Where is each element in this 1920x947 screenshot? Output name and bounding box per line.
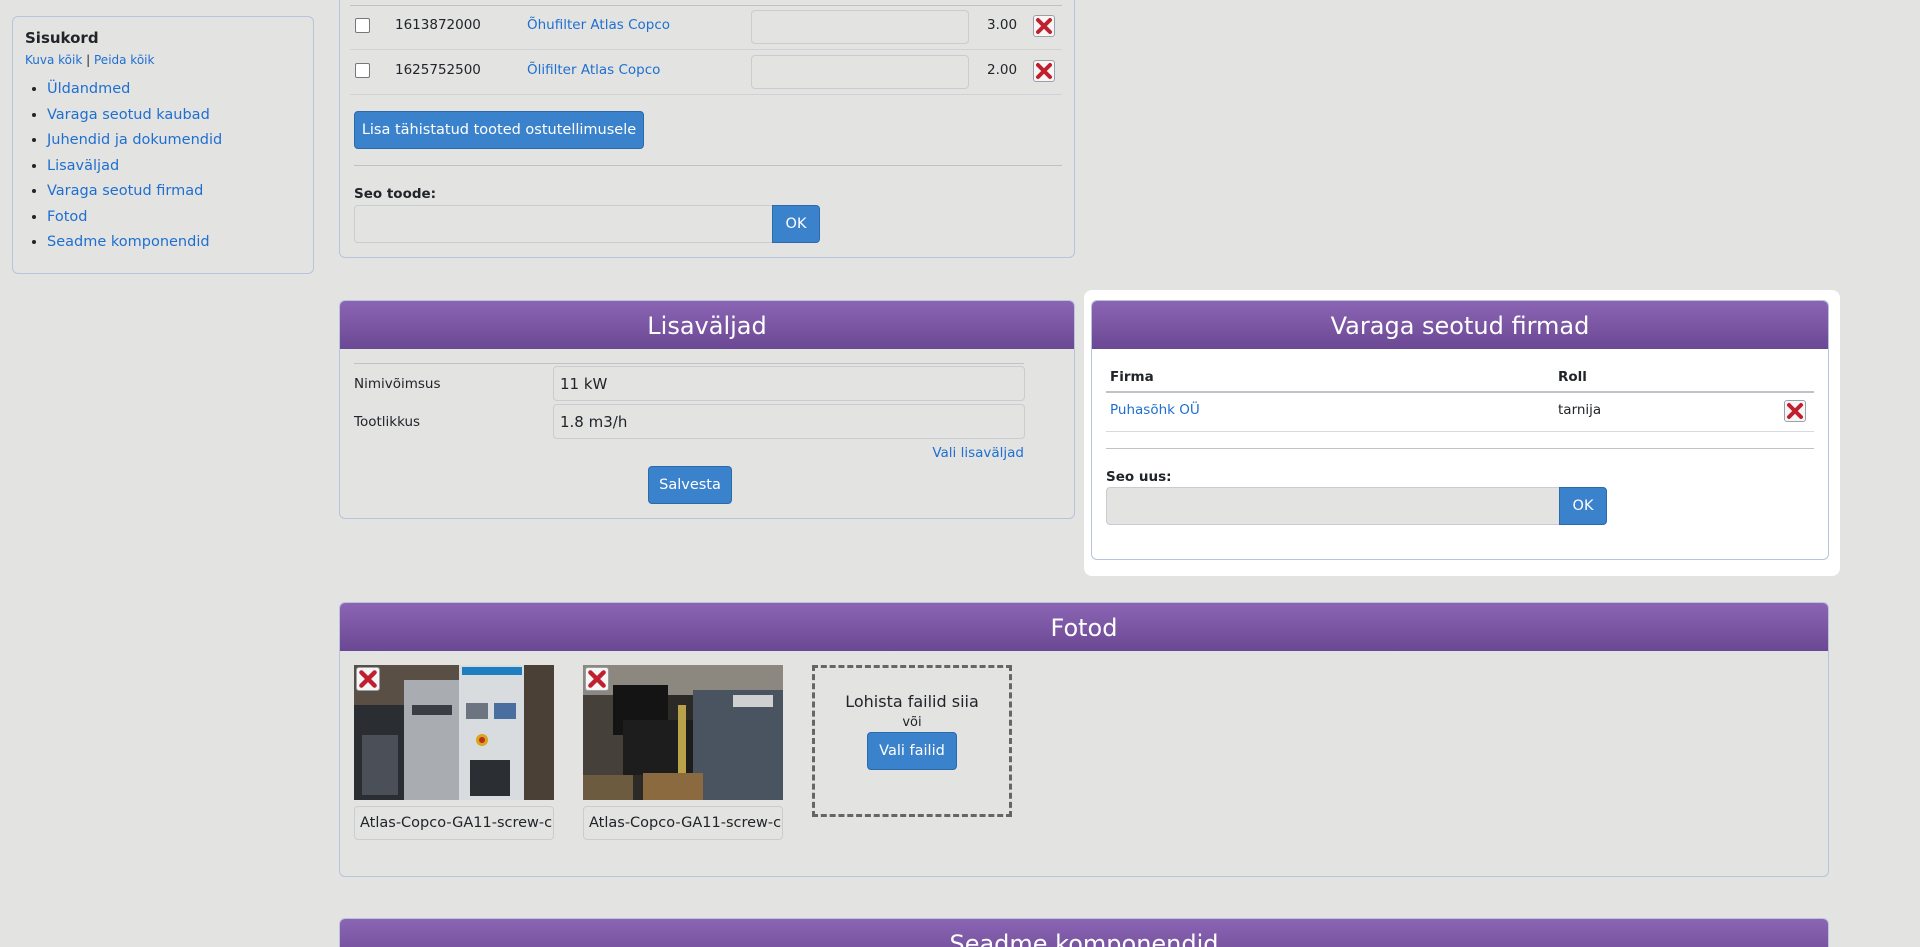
toc-link-extra-fields[interactable]: Lisaväljad [47,158,119,174]
dropzone-text: Lohista failid siia [845,692,979,711]
toc-item-manuals: Juhendid ja dokumendid [47,128,301,154]
divider [1106,448,1814,449]
row-checkbox[interactable] [355,63,370,78]
field-label: Tootlikkus [354,414,421,430]
toc-item-linked-goods: Varaga seotud kaubad [47,103,301,129]
delete-photo-button[interactable] [356,667,380,691]
toc-item-components: Seadme komponendid [47,230,301,256]
panel-title: Varaga seotud firmad [1092,301,1828,349]
delete-x-icon [1036,63,1052,79]
quantity-input[interactable] [751,55,969,89]
field-input[interactable]: 1.8 m3/h [553,404,1025,439]
toc-separator: | [86,53,91,67]
product-price: 2.00 [987,62,1018,78]
delete-x-icon [1787,403,1803,419]
panel-title: Seadme komponendid [340,919,1828,947]
extra-fields-panel: Lisaväljad Nimivõimsus 11 kW Tootlikkus … [339,300,1075,519]
table-of-contents: Sisukord Kuva kõik | Peida kõik Üldandme… [12,16,314,274]
photo-image [354,665,554,800]
column-header-firm: Firma [1110,369,1154,385]
delete-x-icon [588,670,606,688]
panel-title: Lisaväljad [340,301,1074,349]
column-header-role: Roll [1558,369,1587,385]
toc-item-linked-firms: Varaga seotud firmad [47,179,301,205]
delete-photo-button[interactable] [585,667,609,691]
photo-caption-input[interactable]: Atlas-Copco-GA11-screw-compressor-2.jpg [583,806,783,840]
firm-link[interactable]: Puhasõhk OÜ [1110,402,1200,418]
linked-goods-panel: 1613872000 Õhufilter Atlas Copco 3.00 16… [339,0,1075,258]
photo-caption-input[interactable]: Atlas-Copco-GA11-screw-compressor-1.jpg [354,806,554,840]
choose-extra-fields-link[interactable]: Vali lisaväljad [932,445,1024,461]
quantity-input[interactable] [751,10,969,44]
linked-firms-panel: Varaga seotud firmad Firma Roll Puhasõhk… [1091,300,1829,560]
delete-button[interactable] [1033,60,1055,82]
toc-link-photos[interactable]: Fotod [47,209,87,225]
add-to-purchase-order-button[interactable]: Lisa tähistatud tooted ostutellimusele [354,111,644,149]
show-all-link[interactable]: Kuva kõik [25,53,82,67]
delete-x-icon [1036,18,1052,34]
toc-link-linked-firms[interactable]: Varaga seotud firmad [47,183,203,199]
toc-title: Sisukord [25,29,99,47]
photo-thumbnail[interactable] [354,665,554,800]
field-label: Nimivõimsus [354,376,441,392]
toc-tools: Kuva kõik | Peida kõik [25,53,301,67]
table-row: Puhasõhk OÜ tarnija [1106,393,1814,432]
photo-thumbnail[interactable] [583,665,783,800]
table-row: 1625752500 Õlifilter Atlas Copco 2.00 [350,50,1062,95]
toc-link-general[interactable]: Üldandmed [47,81,130,97]
link-product-input[interactable] [354,205,774,243]
product-price: 3.00 [987,17,1018,33]
product-code: 1625752500 [395,62,481,78]
photos-panel: Fotod Atlas-Copco-GA11-screw-compressor-… [339,602,1829,877]
hide-all-link[interactable]: Peida kõik [94,53,154,67]
toc-item-extra-fields: Lisaväljad [47,154,301,180]
link-new-ok-button[interactable]: OK [1559,487,1607,525]
toc-link-components[interactable]: Seadme komponendid [47,234,210,250]
link-new-label: Seo uus: [1106,469,1172,485]
photo-image [583,665,783,800]
panel-title: Fotod [340,603,1828,651]
delete-button[interactable] [1784,400,1806,422]
divider [354,165,1062,166]
toc-link-linked-goods[interactable]: Varaga seotud kaubad [47,107,210,123]
toc-item-photos: Fotod [47,205,301,231]
link-product-label: Seo toode: [354,186,437,202]
field-input[interactable]: 11 kW [553,366,1025,401]
components-panel: Seadme komponendid [339,918,1829,947]
firm-role: tarnija [1558,402,1602,418]
product-name-link[interactable]: Õlifilter Atlas Copco [527,62,660,78]
product-code: 1613872000 [395,17,481,33]
file-dropzone[interactable]: Lohista failid siia või Vali failid [812,665,1012,817]
row-checkbox[interactable] [355,18,370,33]
toc-link-manuals[interactable]: Juhendid ja dokumendid [47,132,222,148]
product-name-link[interactable]: Õhufilter Atlas Copco [527,17,670,33]
toc-list: Üldandmed Varaga seotud kaubad Juhendid … [25,77,301,256]
delete-button[interactable] [1033,15,1055,37]
link-new-firm-input[interactable] [1106,487,1560,525]
toc-item-general: Üldandmed [47,77,301,103]
link-product-ok-button[interactable]: OK [772,205,820,243]
delete-x-icon [359,670,377,688]
divider [354,363,1024,364]
choose-files-button[interactable]: Vali failid [867,732,957,770]
table-row: 1613872000 Õhufilter Atlas Copco 3.00 [350,5,1062,50]
save-button[interactable]: Salvesta [648,466,732,504]
dropzone-or-text: või [902,715,922,730]
